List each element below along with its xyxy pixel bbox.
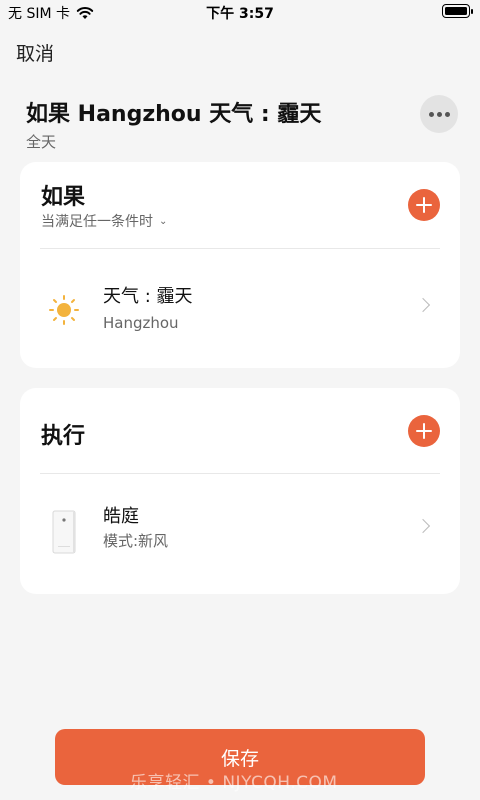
add-condition-button[interactable] (408, 189, 440, 221)
condition-item[interactable]: 天气 : 霾天 Hangzhou (20, 262, 460, 362)
more-dot-icon (428, 111, 434, 117)
watermark: 乐享轻汇 • NJYCQH.COM (130, 773, 338, 793)
if-heading: 如果 (41, 185, 86, 210)
chevron-right-icon (415, 518, 431, 534)
status-bar-right (442, 4, 473, 18)
do-heading: 执行 (41, 424, 86, 449)
sun-icon (49, 295, 79, 325)
status-bar: 无 SIM 卡 下午 3:57 (0, 0, 480, 24)
condition-mode-label: 当满足任一条件时 (41, 214, 153, 230)
divider (40, 248, 440, 249)
condition-title: 天气 : 霾天 (103, 286, 193, 307)
air-purifier-icon (52, 510, 76, 554)
status-time: 下午 3:57 (206, 6, 274, 22)
chevron-down-icon: ⌄ (159, 215, 168, 227)
more-options-button[interactable] (420, 95, 458, 133)
condition-subtitle: Hangzhou (103, 314, 179, 332)
divider (40, 473, 440, 474)
page-title: 如果 Hangzhou 天气 : 霾天 (26, 102, 322, 127)
do-card: 执行 皓庭 模式:新风 (20, 388, 460, 594)
action-item[interactable]: 皓庭 模式:新风 (20, 488, 460, 588)
action-title: 皓庭 (103, 506, 139, 527)
condition-mode-dropdown[interactable]: 当满足任一条件时 ⌄ (41, 211, 167, 231)
action-subtitle: 模式:新风 (103, 532, 169, 550)
more-dot-icon (436, 111, 442, 117)
chevron-right-icon (415, 297, 431, 313)
more-dot-icon (444, 111, 450, 117)
cancel-button[interactable]: 取消 (16, 39, 54, 66)
battery-icon (442, 4, 473, 18)
add-action-button[interactable] (408, 415, 440, 447)
page-subtitle: 全天 (26, 133, 57, 151)
if-card: 如果 当满足任一条件时 ⌄ 天气 : 霾天 Hangzhou (20, 162, 460, 368)
